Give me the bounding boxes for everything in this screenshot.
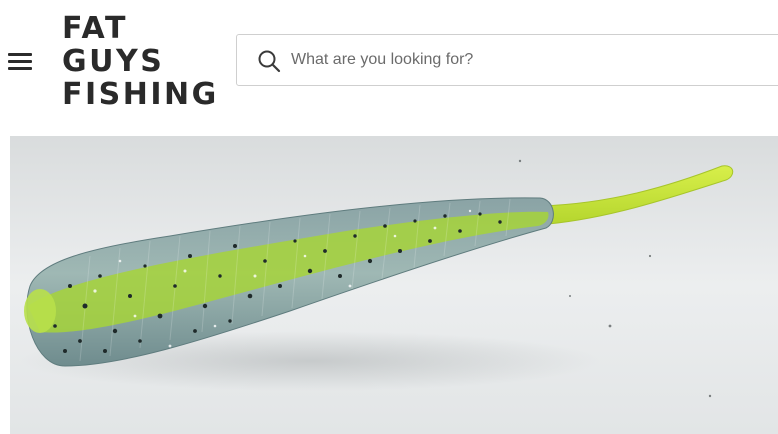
menu-bar	[8, 53, 32, 56]
lure-photo	[10, 136, 778, 434]
menu-bar	[8, 67, 32, 70]
search-icon[interactable]	[257, 49, 281, 73]
lure-head	[24, 289, 56, 333]
menu-bar	[8, 60, 32, 63]
hero-product-image	[10, 136, 778, 434]
logo-line-2: GUYS	[62, 44, 165, 79]
logo-line-3: FISHING	[62, 77, 219, 112]
site-header: FAT GUYS FISHING	[0, 0, 778, 125]
logo-line-1: FAT	[62, 11, 128, 46]
search-input[interactable]	[291, 45, 731, 75]
hamburger-menu-icon[interactable]	[8, 50, 34, 74]
site-logo[interactable]: FAT GUYS FISHING	[62, 12, 219, 111]
search-bar[interactable]	[236, 34, 778, 86]
